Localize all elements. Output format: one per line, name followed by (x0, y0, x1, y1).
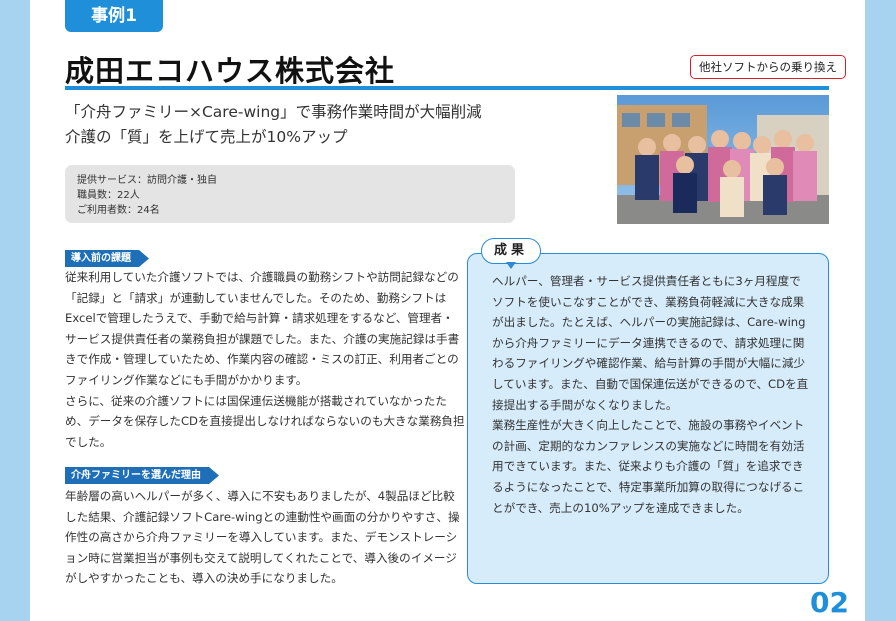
staff-photo (617, 95, 829, 224)
before-paragraph-2: さらに、従来の介護ソフトには国保連伝送機能が搭載されていなかったため、データを保… (65, 393, 465, 449)
info-box: 提供サービス：訪問介護・独自 職員数：22人 ご利用者数：24名 (65, 165, 515, 223)
result-paragraph-1: ヘルパー、管理者・サービス提供責任者ともに3ヶ月程度でソフトを使いこなすことがで… (492, 274, 809, 412)
page: 事例1 成田エコハウス株式会社 他社ソフトからの乗り換え 「介舟ファミリー×Ca… (30, 0, 865, 621)
result-text: ヘルパー、管理者・サービス提供責任者ともに3ヶ月程度でソフトを使いこなすことがで… (492, 271, 812, 518)
headline-line1: 「介舟ファミリー×Care-wing」で事務作業時間が大幅削減 (65, 103, 482, 121)
result-paragraph-2: 業務生産性が大きく向上したことで、施設の事務やイベントの計画、定期的なカンファレ… (492, 418, 805, 515)
info-service: 提供サービス：訪問介護・独自 (77, 175, 217, 186)
before-text: 従来利用していた介護ソフトでは、介護職員の勤務シフトや訪問記録などの「記録」と「… (65, 267, 465, 452)
section-label-reason: 介舟ファミリーを選んだ理由 (65, 467, 219, 484)
case-tag: 事例1 (65, 0, 163, 32)
company-name: 成田エコハウス株式会社 (65, 54, 396, 88)
page-number: 02 (810, 586, 849, 619)
headline-line2: 介護の「質」を上げて売上が10%アップ (65, 128, 348, 146)
section-label-before: 導入前の課題 (65, 250, 149, 267)
info-staff: 職員数：22人 (77, 190, 140, 201)
result-label: 成果 (481, 238, 541, 269)
switch-badge: 他社ソフトからの乗り換え (690, 55, 846, 79)
headline: 「介舟ファミリー×Care-wing」で事務作業時間が大幅削減 介護の「質」を上… (65, 100, 482, 150)
before-paragraph-1: 従来利用していた介護ソフトでは、介護職員の勤務シフトや訪問記録などの「記録」と「… (65, 270, 460, 387)
reason-text: 年齢層の高いヘルパーが多く、導入に不安もありましたが、4製品ほど比較した結果、介… (65, 489, 460, 586)
staff-photo-image (617, 95, 829, 224)
title-rule (65, 86, 829, 90)
info-users: ご利用者数：24名 (77, 205, 160, 216)
